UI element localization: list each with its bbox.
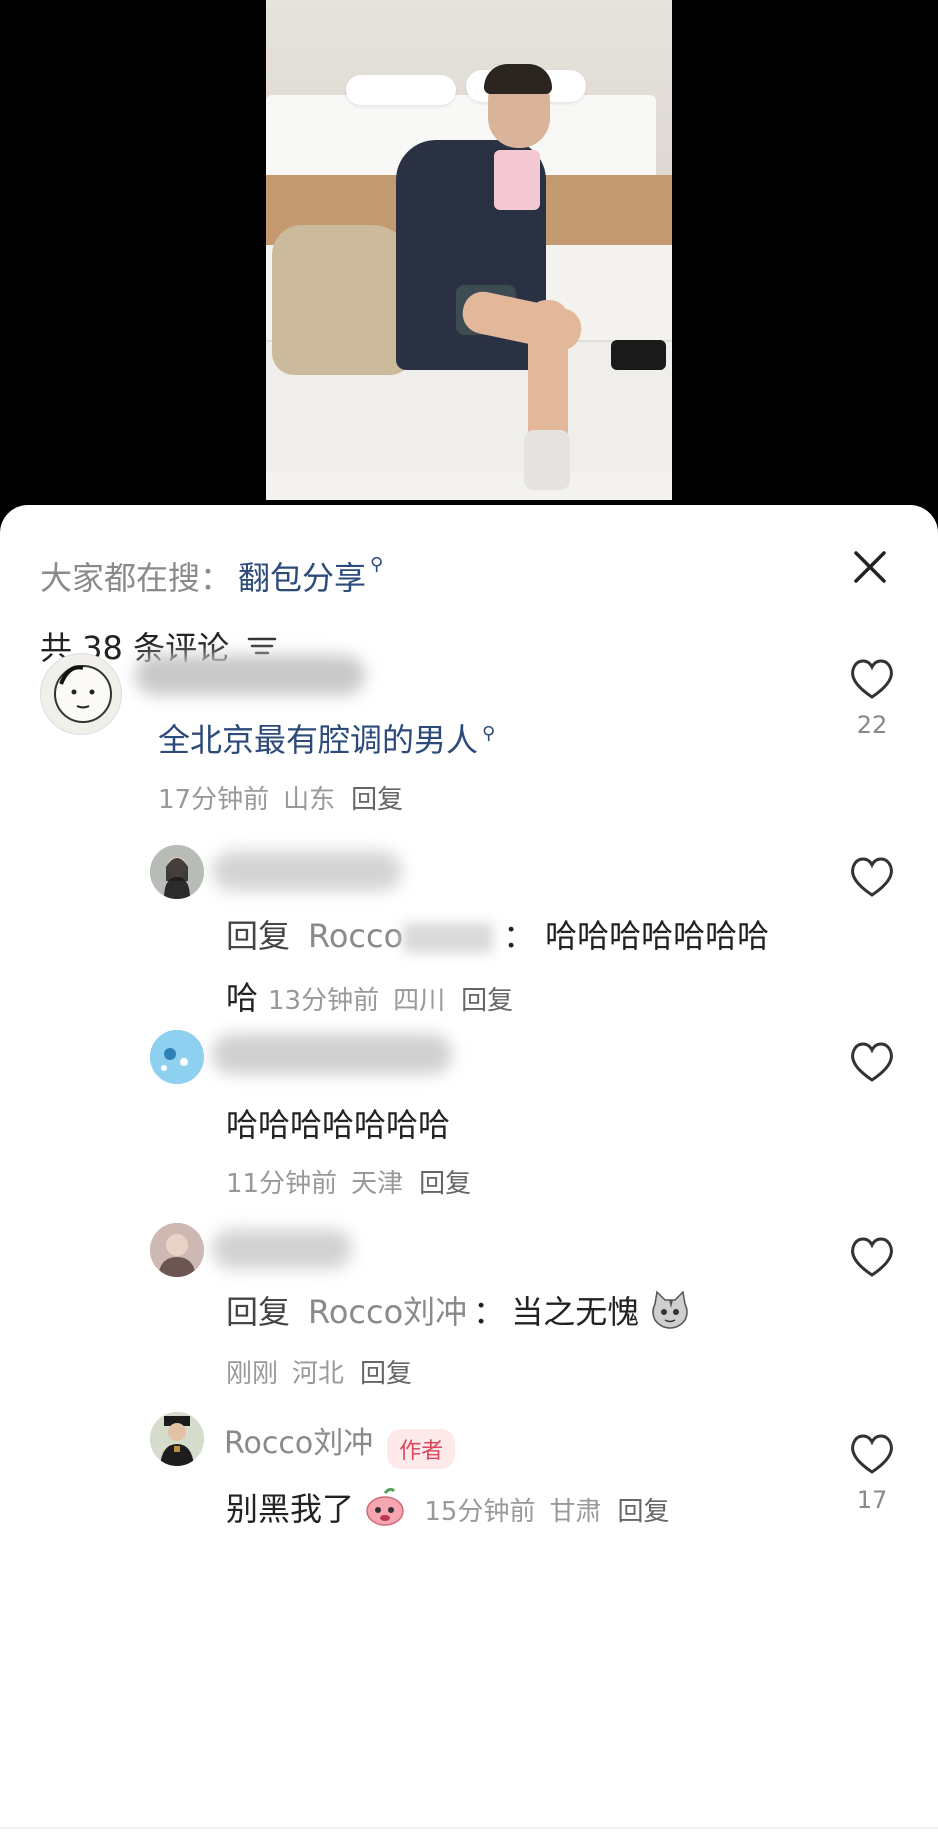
- comment-meta: 13分钟前 四川 回复: [268, 986, 513, 1016]
- comment-text: 回复 Rocco刘冲：当之无愧: [226, 1287, 691, 1338]
- avatar[interactable]: [150, 1030, 204, 1084]
- author-badge: 作者: [387, 1428, 456, 1469]
- like-button[interactable]: [842, 1040, 902, 1088]
- search-icon: ⚲: [370, 553, 384, 575]
- comment-text-link[interactable]: 全北京最有腔调的男人 ⚲: [158, 715, 495, 761]
- reply-button[interactable]: 回复: [461, 986, 513, 1016]
- comment-time: 15分钟前: [424, 1497, 536, 1527]
- comment-region: 河北: [292, 1359, 345, 1389]
- username-redacted: [212, 1034, 452, 1074]
- comment-body: 别黑我了: [226, 1490, 355, 1528]
- comment-time: 13分钟前: [268, 986, 380, 1016]
- reply-button[interactable]: 回复: [617, 1497, 669, 1527]
- comment-region: 天津: [351, 1169, 404, 1199]
- author-name[interactable]: Rocco刘冲: [224, 1426, 373, 1461]
- comment-text: 回复 Rocco：哈哈哈哈哈哈哈: [226, 917, 770, 955]
- comment-text: 别黑我了 15分钟前 甘肃 回复: [226, 1484, 669, 1535]
- reply-button[interactable]: 回复: [419, 1169, 471, 1199]
- like-button[interactable]: [842, 855, 902, 903]
- trending-search-term[interactable]: 翻包分享: [238, 553, 366, 599]
- comment-meta: 11分钟前 天津 回复: [226, 1163, 471, 1200]
- heart-icon: [851, 1042, 893, 1082]
- comment-text: 哈哈哈哈哈哈哈: [226, 1106, 451, 1144]
- comment-text-cont: 哈 13分钟前 四川 回复: [226, 973, 513, 1019]
- comment-meta: 15分钟前 甘肃 回复: [424, 1497, 669, 1527]
- avatar[interactable]: [40, 653, 122, 735]
- reply-button[interactable]: 回复: [351, 785, 403, 815]
- comment-body: 哈: [226, 979, 259, 1017]
- heart-icon: [851, 857, 893, 897]
- reply-name-redacted: [403, 923, 494, 953]
- close-button[interactable]: [846, 543, 894, 591]
- reply-to-user[interactable]: Rocco: [308, 917, 403, 955]
- trending-search[interactable]: 大家都在搜： 翻包分享 ⚲: [40, 553, 383, 599]
- comment-sheet: 大家都在搜： 翻包分享 ⚲ 共 38 条评论 全北京最有腔调的男人 ⚲ 17分钟…: [0, 505, 938, 1846]
- comment-meta: 刚刚 河北 回复: [226, 1353, 412, 1390]
- peach-emoji-icon: [364, 1487, 406, 1535]
- close-icon: [854, 551, 886, 583]
- like-button[interactable]: 22: [842, 657, 902, 739]
- username-redacted: [135, 655, 365, 695]
- post-photo[interactable]: [266, 0, 672, 500]
- comment-time: 17分钟前: [158, 785, 270, 815]
- comment-region: 四川: [393, 986, 446, 1016]
- username-redacted: [212, 851, 402, 891]
- comment-region: 甘肃: [549, 1497, 602, 1527]
- cat-emoji-icon: [649, 1290, 691, 1338]
- comment-body: 当之无愧: [511, 1293, 640, 1331]
- video-area[interactable]: [0, 0, 938, 520]
- heart-icon: [851, 1237, 893, 1277]
- trending-search-prefix: 大家都在搜：: [40, 559, 233, 597]
- comment-time: 11分钟前: [226, 1169, 338, 1199]
- like-button[interactable]: [842, 1235, 902, 1283]
- bottom-divider: [0, 1827, 938, 1829]
- reply-tag: 回复: [226, 917, 291, 955]
- avatar[interactable]: [150, 845, 204, 899]
- heart-icon: [851, 659, 893, 699]
- comment-time: 刚刚: [226, 1359, 279, 1389]
- reply-tag: 回复: [226, 1293, 291, 1331]
- like-button[interactable]: 17: [842, 1432, 902, 1514]
- comment-body: 哈哈哈哈哈哈哈: [545, 917, 770, 955]
- reply-button[interactable]: 回复: [360, 1359, 412, 1389]
- reply-to-user[interactable]: Rocco刘冲: [308, 1293, 467, 1331]
- username-redacted: [212, 1229, 352, 1269]
- search-icon: ⚲: [482, 723, 496, 744]
- avatar[interactable]: [150, 1223, 204, 1277]
- comment-meta: 17分钟前 山东 回复: [158, 779, 403, 816]
- avatar[interactable]: [150, 1412, 204, 1466]
- heart-icon: [851, 1434, 893, 1474]
- comment-region: 山东: [283, 785, 336, 815]
- author-row: Rocco刘冲 作者: [224, 1418, 456, 1469]
- like-count: 17: [856, 1486, 888, 1514]
- like-count: 22: [856, 711, 888, 739]
